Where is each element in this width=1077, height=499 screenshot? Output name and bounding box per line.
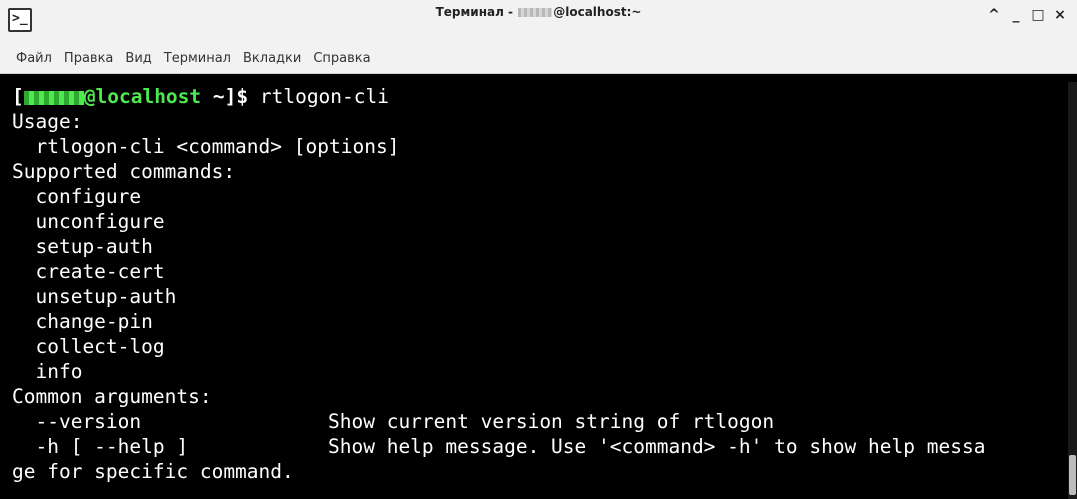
output-line: Common arguments: bbox=[12, 385, 212, 408]
window-controls: ^ _ □ × bbox=[983, 4, 1071, 26]
output-line: configure bbox=[12, 185, 142, 208]
prompt-path: ~]$ bbox=[201, 85, 260, 108]
window-title: Терминал - @localhost:~ bbox=[0, 5, 1077, 19]
prompt-bracket: [ bbox=[12, 85, 24, 108]
redacted-username bbox=[518, 8, 553, 17]
menu-file[interactable]: Файл bbox=[10, 51, 58, 66]
menu-tabs[interactable]: Вкладки bbox=[237, 51, 307, 66]
close-icon[interactable]: × bbox=[1049, 4, 1071, 26]
minimize-icon[interactable]: _ bbox=[1005, 4, 1027, 26]
output-line: rtlogon-cli <command> [options] bbox=[12, 135, 400, 158]
window-title-suffix: @localhost:~ bbox=[553, 5, 642, 19]
command-text: rtlogon-cli bbox=[259, 85, 389, 108]
output-line: change-pin bbox=[12, 310, 153, 333]
arg-flag: -h [ --help ] bbox=[12, 435, 189, 458]
restore-icon[interactable]: □ bbox=[1027, 4, 1049, 26]
title-bar[interactable]: >_ Терминал - @localhost:~ ^ _ □ × bbox=[0, 0, 1077, 45]
output-line: unconfigure bbox=[12, 210, 165, 233]
arg-description: Show current version string of rtlogon bbox=[328, 410, 775, 433]
menu-help[interactable]: Справка bbox=[307, 51, 376, 66]
arg-flag: --version bbox=[12, 410, 142, 433]
prompt-line: [ @localhost ~]$ rtlogon-cli bbox=[12, 84, 389, 109]
output-line: info bbox=[12, 360, 83, 383]
output-line: create-cert bbox=[12, 260, 165, 283]
menu-edit[interactable]: Правка bbox=[58, 51, 119, 66]
menu-bar: Файл Правка Вид Терминал Вкладки Справка bbox=[0, 44, 1077, 74]
output-line: Usage: bbox=[12, 110, 83, 133]
output-line: Supported commands: bbox=[12, 160, 236, 183]
maximize-up-icon[interactable]: ^ bbox=[983, 4, 1005, 26]
output-line: setup-auth bbox=[12, 235, 153, 258]
scrollbar[interactable] bbox=[1068, 82, 1077, 499]
window-title-prefix: Терминал - bbox=[435, 5, 518, 19]
terminal-window: >_ Терминал - @localhost:~ ^ _ □ × Файл … bbox=[0, 0, 1077, 499]
menu-terminal[interactable]: Терминал bbox=[158, 51, 237, 66]
prompt-host: @localhost bbox=[83, 85, 202, 108]
output-line: collect-log bbox=[12, 335, 165, 358]
output-line: unsetup-auth bbox=[12, 285, 177, 308]
arg-row: -h [ --help ] Show help message. Use '<co… bbox=[12, 434, 1062, 459]
arg-row: --version Show current version string of … bbox=[12, 409, 1062, 434]
scrollbar-thumb[interactable] bbox=[1069, 455, 1076, 495]
arg-description: Show help message. Use '<command> -h' to… bbox=[328, 435, 986, 458]
terminal-output[interactable]: [ @localhost ~]$ rtlogon-cli Usage: rtlog… bbox=[0, 82, 1068, 499]
redacted-user bbox=[23, 90, 84, 105]
output-line: ge for specific command. bbox=[12, 460, 294, 483]
menu-view[interactable]: Вид bbox=[119, 51, 157, 66]
